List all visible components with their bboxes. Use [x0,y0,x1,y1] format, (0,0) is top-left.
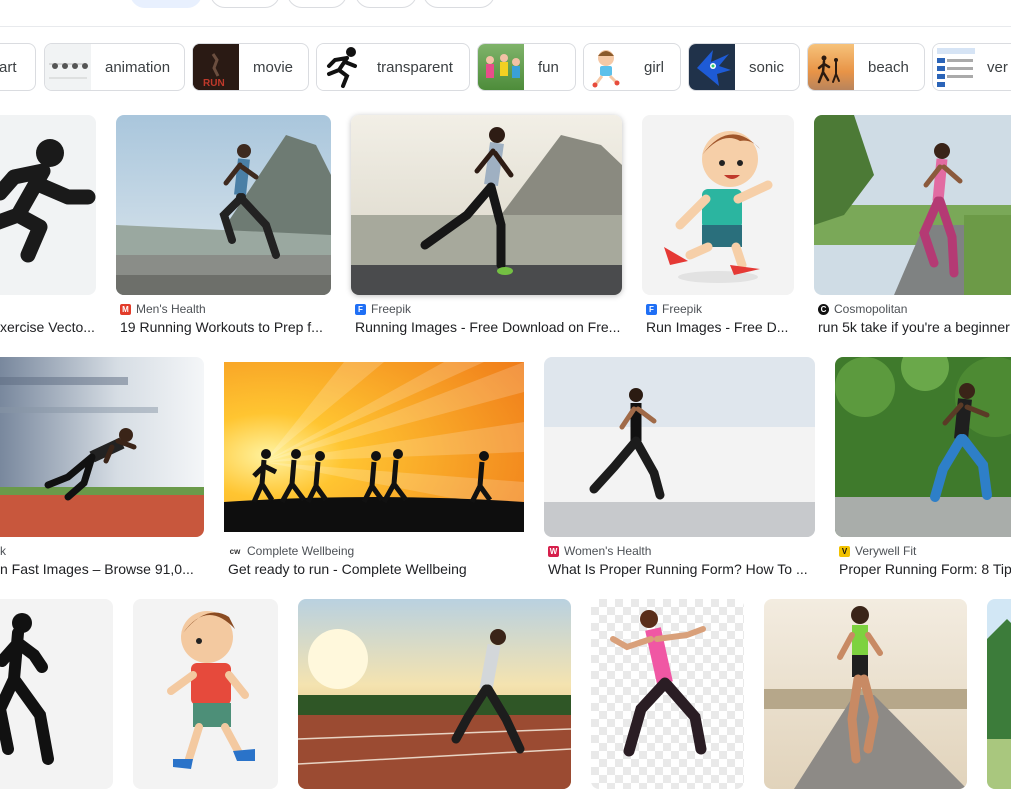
complete-wellbeing-favicon: cw [229,546,241,556]
result-title[interactable]: n Fast Images – Browse 91,0... [0,561,204,577]
tab-news[interactable] [355,0,417,8]
result-source[interactable]: V Verywell Fit [839,544,916,558]
result-title[interactable]: Run Images - Free D... [646,319,794,335]
mens-health-favicon: M [120,303,131,315]
chip-fun[interactable]: fun [477,43,576,91]
result-source[interactable]: k [0,544,6,558]
result-image-cosmopolitan[interactable] [814,115,1011,295]
source-label: Complete Wellbeing [247,544,355,558]
chip-girl[interactable]: girl [583,43,681,91]
result-image-cartoon-boy[interactable] [642,115,794,295]
result-image-running-icon[interactable] [0,115,96,295]
chip-animation[interactable]: animation [44,43,185,91]
result-image-woman-pink-top[interactable] [591,599,744,789]
result-image-woman-road[interactable] [764,599,967,789]
result-image-cartoon-kid[interactable] [133,599,278,789]
result-title[interactable]: run 5k take if you're a beginner [818,319,1011,335]
header-divider [0,26,1011,27]
chip-label: fun [538,58,559,76]
tab-more[interactable] [423,0,495,8]
result-title[interactable]: What Is Proper Running Form? How To ... [548,561,815,577]
tab-videos[interactable] [287,0,347,8]
chip-label: movie [253,58,294,76]
chip-label: art [0,58,17,76]
svg-text:RUN: RUN [203,78,225,89]
result-source[interactable]: F Freepik [355,302,411,316]
source-label: Cosmopolitan [834,302,908,316]
result-image-partial[interactable] [987,599,1011,789]
chip-label: sonic [749,58,785,76]
tab-images[interactable] [210,0,280,8]
result-image-sunset-silhouettes[interactable] [224,362,524,532]
result-title[interactable]: Get ready to run - Complete Wellbeing [228,561,524,577]
chip-thumbnail [45,44,91,90]
running-figure-icon [317,44,363,90]
tab-all[interactable] [130,0,202,8]
source-label: Women's Health [564,544,652,558]
chip-beach[interactable]: beach [807,43,925,91]
chip-thumbnail [478,44,524,90]
result-source[interactable]: C Cosmopolitan [818,302,907,316]
chip-movie[interactable]: RUN movie [192,43,309,91]
result-image-track-sunset[interactable] [298,599,571,789]
chip-label: beach [868,58,909,76]
result-image-womens-health[interactable] [544,357,815,537]
chip-ver[interactable]: ver [932,43,1011,91]
result-image-fast-runner[interactable] [0,357,204,537]
result-image-verywell-fit[interactable] [835,357,1011,537]
result-title[interactable]: 19 Running Workouts to Prep f... [120,319,331,335]
chip-label: girl [644,58,665,76]
chip-thumbnail: RUN [193,44,239,90]
result-image-woman-silhouette[interactable] [0,599,113,789]
womens-health-favicon: W [548,545,559,557]
result-source[interactable]: F Freepik [646,302,702,316]
chip-thumbnail [808,44,854,90]
source-label: Freepik [662,302,703,316]
cosmopolitan-favicon: C [818,303,829,315]
chip-art[interactable]: art [0,43,36,91]
result-title[interactable]: xercise Vecto... [0,319,96,335]
chip-thumbnail [584,44,630,90]
freepik-favicon: F [646,303,657,315]
source-label: k [0,544,6,558]
result-source[interactable]: M Men's Health [120,302,206,316]
freepik-favicon: F [355,303,366,315]
result-title[interactable]: Running Images - Free Download on Fre... [355,319,622,335]
chip-thumbnail [689,44,735,90]
source-label: Freepik [371,302,412,316]
chip-transparent[interactable]: transparent [316,43,470,91]
result-title[interactable]: Proper Running Form: 8 Tip [839,561,1011,577]
chip-thumbnail [933,44,979,90]
result-source[interactable]: cw Complete Wellbeing [228,544,355,558]
source-label: Verywell Fit [855,544,917,558]
verywell-fit-favicon: V [839,545,850,557]
chip-label: transparent [377,58,453,76]
result-image-freepik-runner[interactable] [351,115,622,295]
result-source[interactable]: W Women's Health [548,544,651,558]
chip-label: animation [105,58,171,76]
chip-label: ver [987,58,1008,76]
chip-sonic[interactable]: sonic [688,43,800,91]
result-image-mens-health[interactable] [116,115,331,295]
source-label: Men's Health [136,302,206,316]
